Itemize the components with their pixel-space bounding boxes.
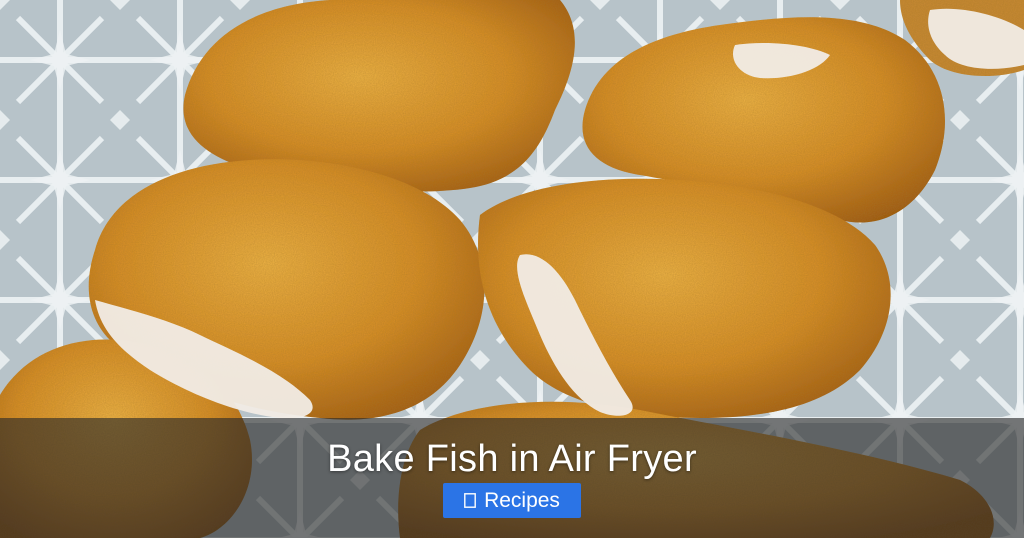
page-title: Bake Fish in Air Fryer	[327, 438, 697, 480]
category-badge-label: Recipes	[484, 489, 560, 512]
category-badge-recipes[interactable]: Recipes	[443, 483, 581, 518]
folder-icon	[464, 493, 476, 508]
